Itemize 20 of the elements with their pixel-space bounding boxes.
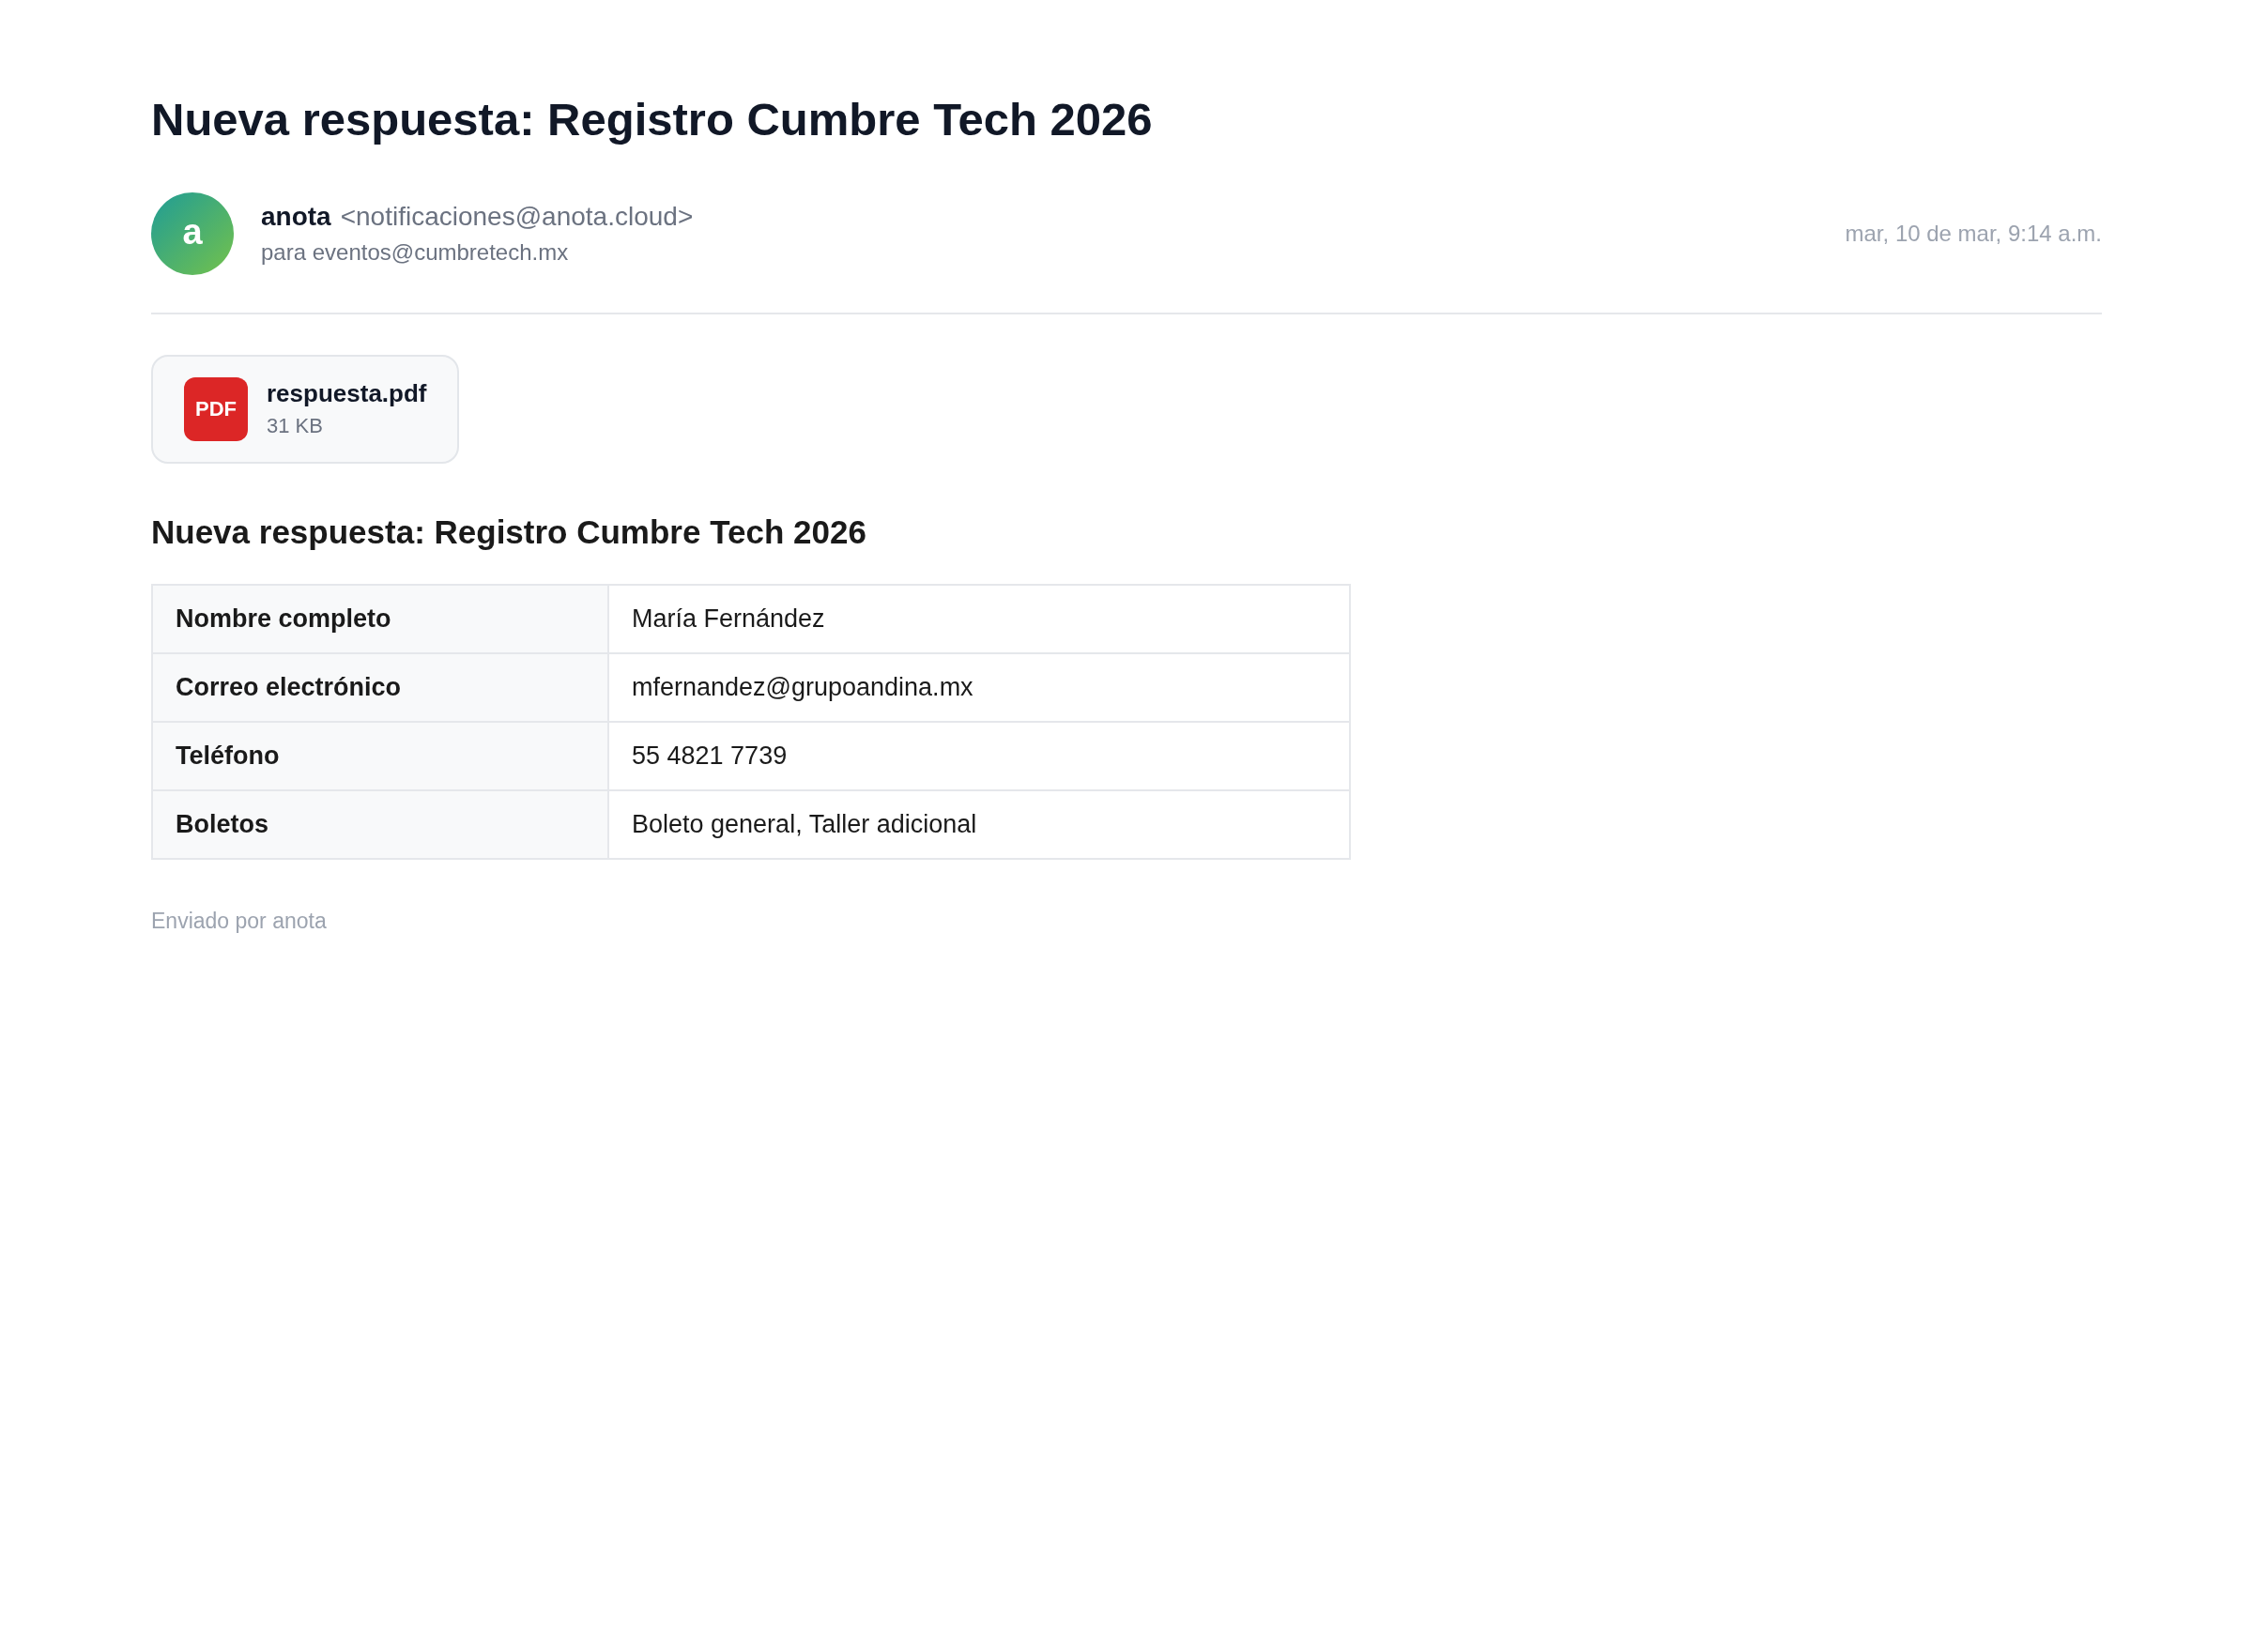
field-value: 55 4821 7739 [608, 722, 1350, 791]
field-label: Boletos [152, 790, 608, 860]
field-value: mfernandez@grupoandina.mx [608, 652, 1350, 723]
email-subject: Nueva respuesta: Registro Cumbre Tech 2026 [151, 93, 1154, 146]
recipient-text: para eventos@cumbretech.mx [261, 238, 570, 268]
field-label: Correo electrónico [152, 652, 608, 723]
body-heading: Nueva respuesta: Registro Cumbre Tech 2026 [151, 512, 867, 552]
field-value: María Fernández [608, 584, 1350, 653]
attachment-name: respuesta.pdf [267, 378, 427, 409]
attachment-card[interactable]: PDF respuesta.pdf 31 KB [151, 354, 459, 464]
avatar: a [151, 191, 234, 275]
footer-text: Enviado por anota [151, 909, 328, 935]
field-label: Nombre completo [152, 584, 608, 653]
date-text: mar, 10 de mar, 9:14 a.m. [1845, 219, 2102, 248]
field-label: Teléfono [152, 722, 608, 791]
sender-address: <notificaciones@anota.cloud> [340, 201, 694, 233]
attachment-size: 31 KB [267, 412, 324, 439]
sender-name: anota [261, 201, 331, 233]
file-type-icon: PDF [184, 376, 248, 441]
field-value: Boleto general, Taller adicional [608, 790, 1350, 860]
